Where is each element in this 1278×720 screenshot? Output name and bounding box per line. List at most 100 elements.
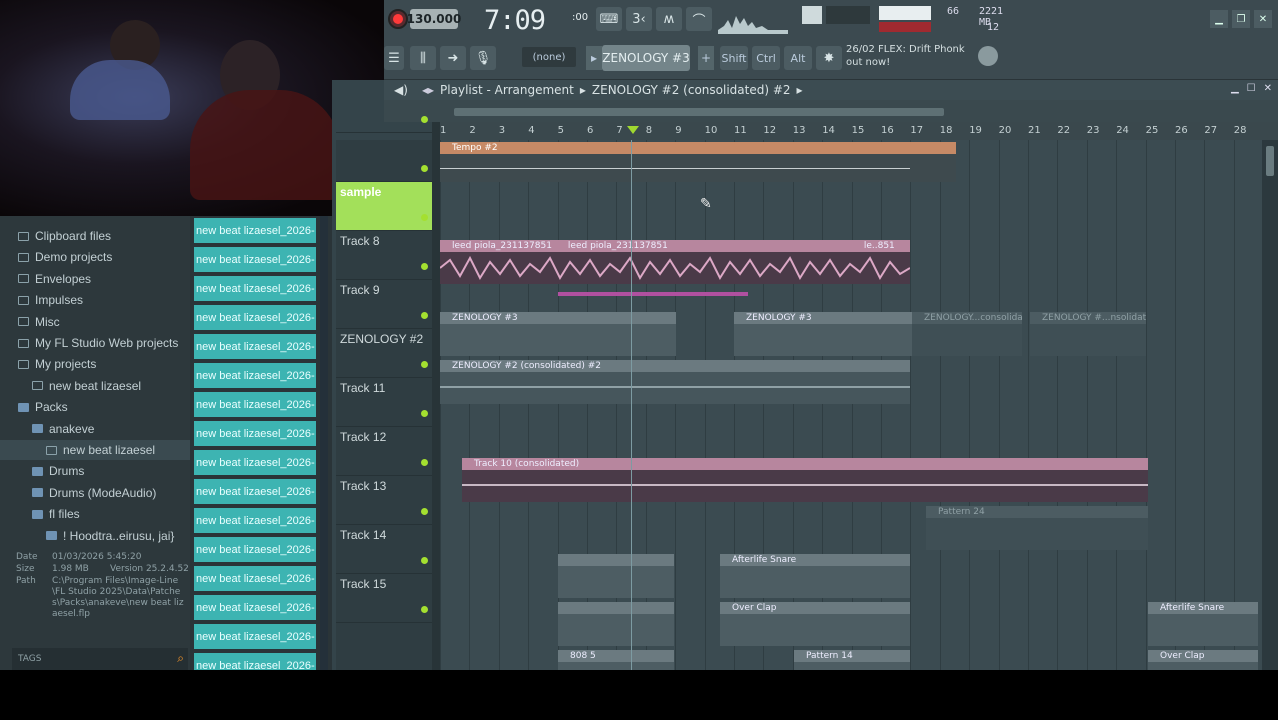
browser-item[interactable]: My projects xyxy=(0,354,190,374)
maximize-button[interactable]: ☐ xyxy=(1247,83,1256,94)
track-mute-led[interactable] xyxy=(421,116,428,123)
step-edit-icon[interactable]: ʍ xyxy=(656,7,682,31)
pattern-clip-14[interactable]: Pattern 14 xyxy=(794,650,910,670)
track-mute-led[interactable] xyxy=(421,410,428,417)
countdown-icon[interactable]: 3‹ xyxy=(626,7,652,31)
browser-item[interactable]: Impulses xyxy=(0,290,190,310)
master-pitch-slider[interactable] xyxy=(826,6,870,24)
add-pattern-button[interactable]: + xyxy=(698,46,714,70)
track-header[interactable]: sample xyxy=(336,182,432,231)
track-header[interactable]: ZENOLOGY #2 xyxy=(336,329,432,378)
browser-item[interactable]: anakeve xyxy=(0,419,190,439)
maximize-button[interactable]: ❐ xyxy=(1232,10,1250,28)
project-file-item[interactable]: new beat lizaesel_2026- xyxy=(194,363,316,388)
track-header[interactable]: Track 9 xyxy=(336,280,432,329)
project-file-item[interactable]: new beat lizaesel_2026- xyxy=(194,595,316,620)
pattern-clip-over-clap-2[interactable]: Over Clap xyxy=(1148,650,1258,670)
track-mute-led[interactable] xyxy=(421,361,428,368)
track-header[interactable]: Track 15 xyxy=(336,574,432,623)
project-file-item[interactable]: new beat lizaesel_2026- xyxy=(194,479,316,504)
project-file-item[interactable]: new beat lizaesel_2026- xyxy=(194,566,316,591)
track-header[interactable]: Track 8 xyxy=(336,231,432,280)
tempo-clip[interactable]: Tempo #2 xyxy=(440,142,956,182)
browser-item[interactable]: Clipboard files xyxy=(0,226,190,246)
browser-item[interactable]: Packs xyxy=(0,397,190,417)
news-icon[interactable]: ✸ xyxy=(816,46,842,70)
user-avatar[interactable] xyxy=(978,46,998,66)
browser-item[interactable]: fl files xyxy=(0,504,190,524)
snap-selector[interactable]: (none) xyxy=(522,47,576,67)
close-button[interactable]: ✕ xyxy=(1264,83,1272,94)
minimize-button[interactable]: ▁ xyxy=(1210,10,1228,28)
track-mute-led[interactable] xyxy=(421,263,428,270)
track-header[interactable]: Track 12 xyxy=(336,427,432,476)
project-file-item[interactable]: new beat lizaesel_2026- xyxy=(194,624,316,649)
track-header[interactable]: Track 13 xyxy=(336,476,432,525)
project-file-item[interactable]: new beat lizaesel_2026- xyxy=(194,450,316,475)
pattern-clip-afterlife-snare-2[interactable]: Afterlife Snare xyxy=(1148,602,1258,646)
track-mute-led[interactable] xyxy=(421,165,428,172)
track-mute-led[interactable] xyxy=(421,606,428,613)
minimize-button[interactable]: ▁ xyxy=(1231,83,1239,94)
audio-clip-track-10[interactable]: Track 10 (consolidated) xyxy=(462,458,1148,502)
pattern-clip-track-14[interactable] xyxy=(558,602,674,646)
record-button[interactable] xyxy=(388,9,408,29)
arrangement-grid[interactable]: 1 2 3 4 5 6 7 8 9 10 11 12 13 14 15 16 17 18 19 20 21 22 23 24 2… xyxy=(440,122,1278,670)
track-mute-led[interactable] xyxy=(421,459,428,466)
news-hint[interactable]: 26/02 FLEX: Drift Phonk out now! xyxy=(846,43,996,69)
project-file-item[interactable]: new beat lizaesel_2026- xyxy=(194,247,316,272)
timeline-ruler[interactable]: 1 2 3 4 5 6 7 8 9 10 11 12 13 14 15 16 17 18 19 20 21 22 23 24 2… xyxy=(440,122,1278,140)
pattern-clip-808[interactable]: 808 5 xyxy=(558,650,674,670)
search-icon[interactable]: ⌕ xyxy=(177,651,184,666)
ctrl-modifier-button[interactable]: Ctrl xyxy=(752,46,780,70)
pattern-clip-afterlife-snare[interactable]: Afterlife Snare xyxy=(720,554,910,598)
ghost-clip-b[interactable]: ZENOLOGY #...nsolidated xyxy=(1030,312,1146,356)
browser-item[interactable]: new beat lizaesel xyxy=(0,376,190,396)
project-file-item[interactable]: new beat lizaesel_2026- xyxy=(194,218,316,243)
browser-item[interactable]: Drums xyxy=(0,461,190,481)
song-time-display[interactable]: 7:09 xyxy=(484,4,546,36)
tempo-display[interactable]: 130.000 xyxy=(407,9,461,29)
pattern-selector[interactable]: ZENOLOGY #3 xyxy=(602,45,690,71)
alt-modifier-button[interactable]: Alt xyxy=(784,46,812,70)
project-file-item[interactable]: new beat lizaesel_2026- xyxy=(194,276,316,301)
playhead-marker[interactable] xyxy=(627,126,639,134)
browser-item[interactable]: Demo projects xyxy=(0,247,190,267)
shift-modifier-button[interactable]: Shift xyxy=(720,46,748,70)
track-mute-led[interactable] xyxy=(421,508,428,515)
master-volume-knob[interactable] xyxy=(802,6,822,24)
mixer-icon[interactable]: ⫼ xyxy=(410,46,436,70)
vertical-scrollbar[interactable] xyxy=(1262,140,1278,670)
typing-keyboard-icon[interactable]: ⌨ xyxy=(596,7,622,31)
project-file-item[interactable]: new beat lizaesel_2026- xyxy=(194,508,316,533)
browser-item[interactable]: ! Hoodtra..eirusu, jai} xyxy=(0,526,190,546)
pattern-prev-button[interactable]: ▸ xyxy=(586,46,602,70)
track-header[interactable] xyxy=(336,84,432,133)
audio-clip-zenology-2[interactable]: ZENOLOGY #2 (consolidated) #2 xyxy=(440,360,910,404)
browser-item[interactable]: new beat lizaesel xyxy=(0,440,190,460)
track-mute-led[interactable] xyxy=(421,214,428,221)
playlist-title-bar[interactable]: ◀) ◂▸ Playlist - Arrangement ▸ ZENOLOGY … xyxy=(384,80,1278,100)
audio-clip-sample[interactable]: leed piola_231137851 leed piola_23113785… xyxy=(440,240,910,284)
pattern-clip-24[interactable]: Pattern 24 xyxy=(926,506,1148,550)
horizontal-scrollbar[interactable] xyxy=(454,108,944,116)
ghost-clip-a[interactable]: ZENOLOGY...consolidated xyxy=(912,312,1022,356)
track-header[interactable] xyxy=(336,133,432,182)
pattern-clip-track-13[interactable] xyxy=(558,554,674,598)
track-mute-led[interactable] xyxy=(421,312,428,319)
pattern-clip-zenology-3-b[interactable]: ZENOLOGY #3 xyxy=(734,312,912,356)
close-button[interactable]: ✕ xyxy=(1254,10,1272,28)
project-file-item[interactable]: new beat lizaesel_2026- xyxy=(194,305,316,330)
microphone-icon[interactable]: 🎙 xyxy=(470,46,496,70)
browser-item[interactable]: Envelopes xyxy=(0,269,190,289)
project-file-item[interactable]: new beat lizaesel_2026- xyxy=(194,392,316,417)
track-header[interactable]: Track 11 xyxy=(336,378,432,427)
track-mute-led[interactable] xyxy=(421,557,428,564)
pattern-clip-over-clap[interactable]: Over Clap xyxy=(720,602,910,646)
browser-item[interactable]: My FL Studio Web projects xyxy=(0,333,190,353)
menu-icon[interactable]: ☰ xyxy=(384,46,404,70)
list-scrollbar[interactable] xyxy=(320,216,328,670)
browser-item[interactable]: Drums (ModeAudio) xyxy=(0,483,190,503)
arrow-icon[interactable]: ➜ xyxy=(440,46,466,70)
project-file-item[interactable]: new beat lizaesel_2026- xyxy=(194,537,316,562)
